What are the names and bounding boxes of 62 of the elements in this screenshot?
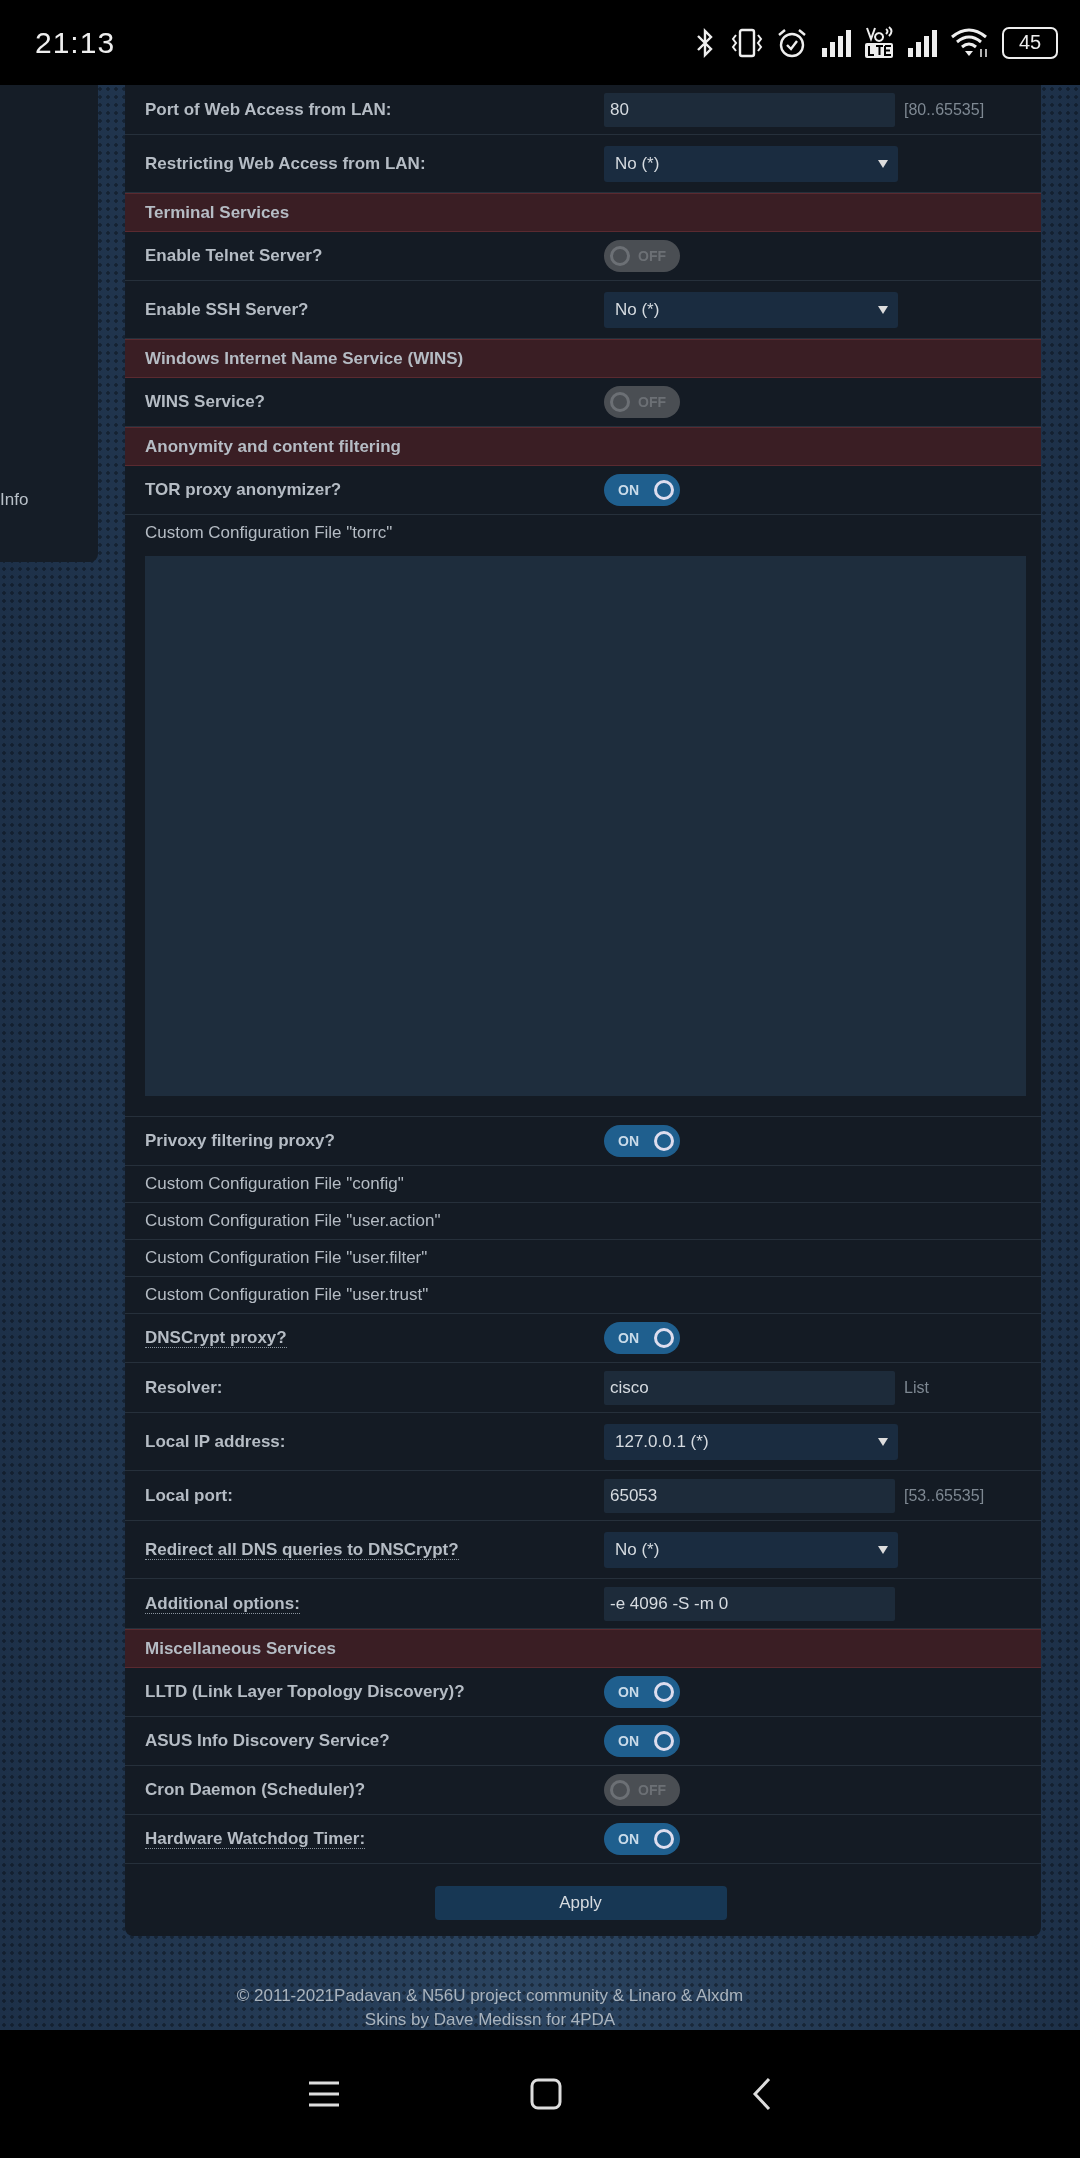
range-hint: [80..65535]: [904, 100, 985, 119]
setting-label: ASUS Info Discovery Service?: [145, 1731, 390, 1751]
toggle-switch[interactable]: ON: [604, 1322, 680, 1355]
section-header: Terminal Services: [125, 193, 1041, 233]
input-field[interactable]: -e 4096 -S -m 0: [604, 1586, 895, 1621]
setting-label: Enable Telnet Server?: [145, 246, 323, 266]
setting-label[interactable]: Custom Configuration File "user.trust": [145, 1285, 429, 1306]
input-field[interactable]: 65053: [604, 1478, 895, 1513]
setting-label: Privoxy filtering proxy?: [145, 1131, 335, 1151]
input-field[interactable]: 80: [604, 92, 895, 127]
setting-label[interactable]: Custom Configuration File "config": [145, 1174, 404, 1195]
vibrate-icon: [730, 26, 764, 59]
dropdown[interactable]: No (*): [604, 145, 898, 182]
caret-icon: [878, 1545, 888, 1554]
toggle-switch[interactable]: ON: [604, 1125, 680, 1158]
wifi-icon: [950, 26, 990, 59]
alarm-icon: [776, 26, 808, 59]
setting-label: Redirect all DNS queries to DNSCrypt?: [145, 1539, 459, 1560]
setting-label: Resolver:: [145, 1377, 223, 1397]
setting-label: Port of Web Access from LAN:: [145, 99, 392, 119]
setting-label[interactable]: Custom Configuration File "user.action": [145, 1211, 441, 1232]
range-hint: [53..65535]: [904, 1486, 985, 1505]
setting-label: Additional options:: [145, 1593, 300, 1614]
setting-label: Local port:: [145, 1485, 233, 1505]
toggle-switch[interactable]: ON: [604, 1823, 680, 1856]
section-header: Anonymity and content filtering: [125, 427, 1041, 467]
footer-text: Skins by Dave Medissn for 4PDA: [364, 2010, 616, 2031]
input-field[interactable]: cisco: [604, 1370, 895, 1405]
setting-label: WINS Service?: [145, 392, 265, 412]
volte-icon: [864, 25, 894, 60]
setting-label: Hardware Watchdog Timer:: [145, 1829, 366, 1850]
battery-level: 45: [1018, 31, 1042, 55]
dropdown[interactable]: No (*): [604, 1531, 898, 1568]
home-icon[interactable]: [530, 2078, 562, 2111]
sidebar-item[interactable]: Info: [0, 490, 98, 511]
apply-button[interactable]: Apply: [434, 1886, 727, 1921]
caret-icon: [878, 159, 888, 168]
dropdown[interactable]: 127.0.0.1 (*): [604, 1423, 898, 1460]
toggle-switch[interactable]: ON: [604, 1676, 680, 1709]
section-header: Miscellaneous Services: [125, 1629, 1041, 1669]
signal-icon: [906, 27, 938, 58]
setting-label: Restricting Web Access from LAN:: [145, 153, 426, 173]
footer-text: © 2011-2021Padavan & N56U project community & Linaro & Alxdm: [236, 1986, 744, 2007]
dropdown[interactable]: No (*): [604, 291, 898, 328]
range-hint: List: [904, 1378, 929, 1397]
setting-label: DNSCrypt proxy?: [145, 1328, 287, 1349]
clock-time: 21:13: [35, 25, 116, 60]
caret-icon: [878, 305, 888, 314]
caret-icon: [878, 1437, 888, 1446]
setting-label: Custom Configuration File "torrc": [145, 523, 394, 544]
setting-label: TOR proxy anonymizer?: [145, 480, 342, 500]
toggle-switch[interactable]: ON: [604, 1725, 680, 1758]
setting-label[interactable]: Custom Configuration File "user.filter": [145, 1248, 428, 1269]
setting-label: LLTD (Link Layer Topology Discovery)?: [145, 1682, 465, 1702]
menu-icon[interactable]: [308, 2080, 340, 2109]
section-header: Windows Internet Name Service (WINS): [125, 339, 1041, 379]
setting-label: Cron Daemon (Scheduler)?: [145, 1780, 366, 1800]
back-icon[interactable]: [752, 2077, 772, 2112]
signal-icon: [820, 27, 852, 58]
setting-label: Local IP address:: [145, 1431, 286, 1451]
toggle-switch[interactable]: ON: [604, 474, 680, 507]
setting-label: Enable SSH Server?: [145, 299, 309, 319]
